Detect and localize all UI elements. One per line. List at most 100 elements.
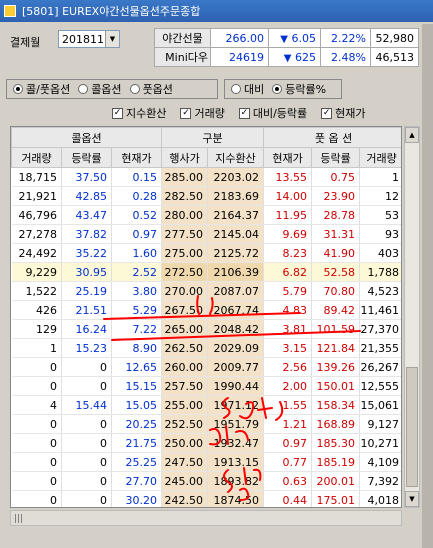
table-cell: 13.55 xyxy=(263,167,313,187)
table-cell: 5.79 xyxy=(263,281,313,301)
table-row[interactable]: 9,229 30.95 2.52 272.50 2106.39 6.82 52.58 1,78… xyxy=(11,262,401,282)
table-cell: 46,796 xyxy=(11,205,62,225)
column-header-row: 거래량 등락률 현재가 행사가 지수환산 현재가 등락률 거래량 xyxy=(11,147,401,168)
settlement-label: 결제월 xyxy=(10,36,41,49)
table-row[interactable]: 24,492 35.22 1.60 275.00 2125.72 8.23 41.90 403 xyxy=(11,243,401,263)
table-row[interactable]: 0 0 27.70 245.00 1893.82 0.63 200.01 7,392 xyxy=(11,471,401,491)
column-header[interactable]: 등락률 xyxy=(311,147,361,168)
table-row[interactable]: 0 0 12.65 260.00 2009.77 2.56 139.26 26,267 xyxy=(11,357,401,377)
column-header[interactable]: 거래량 xyxy=(11,147,62,168)
table-row[interactable]: 4 15.44 15.05 255.00 1971.12 1.55 158.34 15,061 xyxy=(11,395,401,415)
table-cell: 0.97 xyxy=(111,224,163,244)
settlement-month-select[interactable]: 201811 ▼ xyxy=(58,30,120,48)
display-mode-group: 대비 등락률% xyxy=(224,79,342,99)
table-cell: 15.23 xyxy=(61,338,112,358)
table-cell: 139.26 xyxy=(311,357,361,377)
arrow-down-icon: ▼ xyxy=(280,33,288,45)
arrow-down-icon: ▼ xyxy=(283,52,292,64)
radio-icon xyxy=(129,84,140,94)
table-cell: 89.42 xyxy=(311,300,361,320)
table-cell: 1913.15 xyxy=(207,452,265,472)
table-cell: 0.15 xyxy=(111,167,163,187)
table-cell: 24,492 xyxy=(11,243,62,263)
table-cell: 1 xyxy=(11,338,62,358)
radio-rate[interactable]: 등락률% xyxy=(272,81,326,97)
settlement-month-value: 201811 xyxy=(62,32,104,46)
scroll-up-icon[interactable]: ▲ xyxy=(405,127,419,143)
resize-grip-icon[interactable]: ||| xyxy=(14,514,23,524)
check-label: 현재가 xyxy=(335,107,366,120)
table-cell: 403 xyxy=(359,243,401,263)
table-row[interactable]: 1 15.23 8.90 262.50 2029.09 3.15 121.84 21,355 xyxy=(11,338,401,358)
radio-selected-icon xyxy=(272,84,283,94)
table-cell: 2029.09 xyxy=(207,338,265,358)
check-current-price[interactable]: ✓ 현재가 xyxy=(321,105,366,121)
table-cell: 285.00 xyxy=(161,167,209,187)
column-header[interactable]: 지수환산 xyxy=(207,147,265,168)
table-cell: 0 xyxy=(61,433,112,453)
check-diff-rate[interactable]: ✓ 대비/등락률 xyxy=(238,105,307,121)
table-cell: 53 xyxy=(359,205,401,225)
table-cell: 25.25 xyxy=(111,452,163,472)
table-row[interactable]: 0 0 15.15 257.50 1990.44 2.00 150.01 12,555 xyxy=(11,376,401,396)
table-cell: 43.47 xyxy=(61,205,112,225)
table-cell: 27,370 xyxy=(359,319,401,339)
table-cell: 2125.72 xyxy=(207,243,265,263)
table-cell: 15.15 xyxy=(111,376,163,396)
table-cell: 1874.50 xyxy=(207,490,265,507)
check-volume[interactable]: ✓ 거래량 xyxy=(180,105,225,121)
table-cell: 18,715 xyxy=(11,167,62,187)
table-row[interactable]: 0 0 25.25 247.50 1913.15 0.77 185.19 4,109 xyxy=(11,452,401,472)
check-index-convert[interactable]: ✓ 지수환산 xyxy=(112,105,166,121)
table-cell: 0.52 xyxy=(111,205,163,225)
window-title: [5801] EUREX야간선물옵션주문종합 xyxy=(22,5,201,18)
radio-diff[interactable]: 대비 xyxy=(231,81,264,97)
table-cell: 41.90 xyxy=(311,243,361,263)
column-header[interactable]: 행사가 xyxy=(161,147,209,168)
table-cell: 15.05 xyxy=(111,395,163,415)
radio-put[interactable]: 풋옵션 xyxy=(129,81,173,97)
table-cell: 247.50 xyxy=(161,452,209,472)
table-row[interactable]: 21,921 42.85 0.28 282.50 2183.69 14.00 23.90 12 xyxy=(11,186,401,206)
table-row[interactable]: 27,278 37.82 0.97 277.50 2145.04 9.69 31.31 93 xyxy=(11,224,401,244)
table-cell: 1,522 xyxy=(11,281,62,301)
column-header[interactable]: 현재가 xyxy=(110,147,163,168)
table-row[interactable]: 0 0 20.25 252.50 1951.79 1.21 168.89 9,127 xyxy=(11,414,401,434)
vertical-scrollbar[interactable]: ▲ ▼ xyxy=(404,126,420,508)
table-row[interactable]: 426 21.51 5.29 267.50 2067.74 4.83 89.42 11,461 xyxy=(11,300,401,320)
column-header[interactable]: 거래량 xyxy=(359,147,401,168)
radio-label: 대비 xyxy=(244,83,265,96)
table-cell: 2.56 xyxy=(263,357,313,377)
table-cell: 1932.47 xyxy=(207,433,265,453)
horizontal-scrollbar[interactable] xyxy=(10,510,402,526)
table-cell: 11.95 xyxy=(263,205,313,225)
table-cell: 15.44 xyxy=(61,395,112,415)
table-row[interactable]: 0 0 21.75 250.00 1932.47 0.97 185.30 10,271 xyxy=(11,433,401,453)
table-row[interactable]: 0 0 30.20 242.50 1874.50 0.44 175.01 4,018 xyxy=(11,490,401,507)
quote-price: 266.00 xyxy=(210,28,269,48)
table-row[interactable]: 46,796 43.47 0.52 280.00 2164.37 11.95 28.78 53 xyxy=(11,205,401,225)
quote-change: ▼ 625 xyxy=(268,47,321,67)
chevron-down-icon[interactable]: ▼ xyxy=(105,31,119,47)
option-filter-row: 콜/풋옵션 콜옵션 풋옵션 대비 등락률% xyxy=(6,78,342,100)
table-cell: 101.59 xyxy=(311,319,361,339)
option-chain-grid[interactable]: 콜옵션 구분 풋 옵 션 거래량 등락률 현재가 행사가 지수환산 현재가 등락률 거래량 1… xyxy=(10,126,402,508)
table-cell: 262.50 xyxy=(161,338,209,358)
table-cell: 0.63 xyxy=(263,471,313,491)
scrollbar-thumb[interactable] xyxy=(406,367,418,487)
table-row[interactable]: 18,715 37.50 0.15 285.00 2203.02 13.55 0.75 1 xyxy=(11,167,401,187)
radio-call-put[interactable]: 콜/풋옵션 xyxy=(13,81,70,97)
table-cell: 158.34 xyxy=(311,395,361,415)
table-cell: 275.00 xyxy=(161,243,209,263)
scroll-down-icon[interactable]: ▼ xyxy=(405,491,419,507)
column-header[interactable]: 등락률 xyxy=(61,147,112,168)
radio-call[interactable]: 콜옵션 xyxy=(78,81,122,97)
window-titlebar: [5801] EUREX야간선물옵션주문종합 xyxy=(0,0,433,22)
table-cell: 250.00 xyxy=(161,433,209,453)
table-cell: 9,229 xyxy=(11,262,62,282)
table-row[interactable]: 129 16.24 7.22 265.00 2048.42 3.81 101.59 27,37… xyxy=(11,319,401,339)
table-row[interactable]: 1,522 25.19 3.80 270.00 2087.07 5.79 70.80 4,52… xyxy=(11,281,401,301)
radio-label: 풋옵션 xyxy=(142,83,173,96)
app-icon xyxy=(4,5,16,17)
column-header[interactable]: 현재가 xyxy=(263,147,313,168)
